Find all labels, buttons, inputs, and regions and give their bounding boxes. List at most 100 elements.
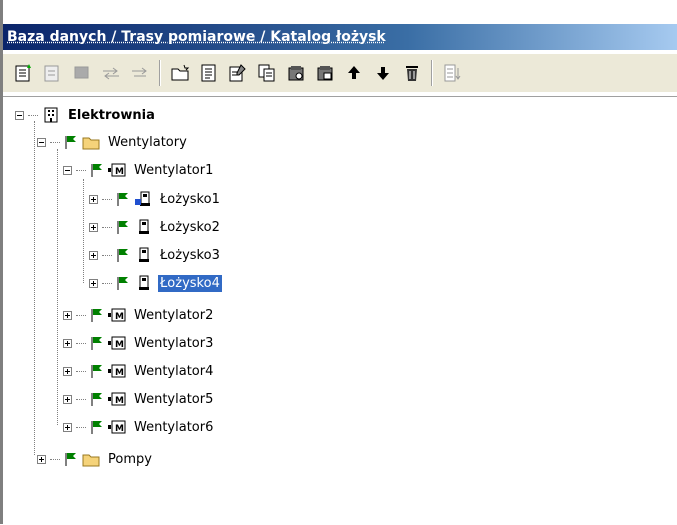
flag-icon xyxy=(117,221,128,234)
toolbar xyxy=(3,54,677,92)
expand-toggle[interactable] xyxy=(89,194,98,204)
expand-toggle[interactable] xyxy=(63,338,72,348)
tree-node-bearing[interactable]: Łożysko1 xyxy=(89,186,222,212)
expand-toggle[interactable] xyxy=(63,422,72,432)
expand-toggle[interactable] xyxy=(63,310,72,320)
motor-icon: M xyxy=(108,308,126,322)
toolbar-separator xyxy=(431,60,433,86)
flag-icon xyxy=(117,193,128,206)
arrow-left-right-icon xyxy=(103,67,119,80)
flag-icon xyxy=(91,365,102,378)
motor-icon: M xyxy=(108,163,126,177)
flag-icon xyxy=(91,164,102,177)
new-item-icon xyxy=(15,64,31,82)
stop-icon xyxy=(74,66,89,79)
copy-button[interactable] xyxy=(254,60,280,86)
tree-connector xyxy=(34,121,35,455)
swap-button[interactable] xyxy=(98,60,124,86)
tree-connector xyxy=(76,169,86,171)
tree-node-group[interactable]: Wentylatory xyxy=(37,129,189,155)
database-copy-icon xyxy=(317,66,333,81)
tree-node-fan[interactable]: M Wentylator4 xyxy=(63,358,215,384)
expand-toggle[interactable] xyxy=(63,366,72,376)
flag-icon xyxy=(91,309,102,322)
database-button[interactable] xyxy=(283,60,309,86)
new-item-button[interactable] xyxy=(11,60,37,86)
flag-icon xyxy=(65,453,76,466)
svg-text:M: M xyxy=(115,312,124,322)
expand-toggle[interactable] xyxy=(89,250,98,260)
tree-connector xyxy=(76,370,86,372)
expand-toggle[interactable] xyxy=(89,222,98,232)
motor-icon: M xyxy=(108,392,126,406)
tree-connector xyxy=(50,141,60,143)
expand-toggle[interactable] xyxy=(89,278,98,288)
svg-text:M: M xyxy=(115,368,124,378)
flag-icon xyxy=(91,393,102,406)
flag-icon xyxy=(117,249,128,262)
tree-node-bearing-selected[interactable]: Łożysko4 xyxy=(89,270,223,296)
move-down-icon xyxy=(377,67,389,80)
new-folder-icon xyxy=(171,64,190,81)
svg-text:M: M xyxy=(115,424,124,434)
delete-button[interactable] xyxy=(399,60,425,86)
motor-icon: M xyxy=(108,364,126,378)
bearing-link-icon xyxy=(135,191,150,206)
edit-item-button[interactable] xyxy=(40,60,66,86)
tree-node-label[interactable]: Łożysko3 xyxy=(158,247,222,264)
collapse-toggle[interactable] xyxy=(15,110,24,120)
tree-node-label[interactable]: Wentylator3 xyxy=(132,335,215,352)
collapse-toggle[interactable] xyxy=(37,137,46,147)
stop-button[interactable] xyxy=(69,60,95,86)
edit-properties-button[interactable] xyxy=(225,60,251,86)
flag-icon xyxy=(65,136,76,149)
tree-node-label[interactable]: Łożysko4 xyxy=(157,273,223,293)
tree-node-group[interactable]: Pompy xyxy=(37,446,154,472)
flag-icon xyxy=(117,277,128,290)
collapse-toggle[interactable] xyxy=(63,165,72,175)
expand-toggle[interactable] xyxy=(63,394,72,404)
database-copy-button[interactable] xyxy=(312,60,338,86)
tree-connector xyxy=(76,314,86,316)
tree-node-root[interactable]: Elektrownia xyxy=(15,102,157,128)
tree-node-label[interactable]: Wentylator1 xyxy=(132,162,215,179)
new-folder-button[interactable] xyxy=(167,60,193,86)
tree-connector xyxy=(76,426,86,428)
tree-node-label[interactable]: Wentylator5 xyxy=(132,391,215,408)
tree-connector xyxy=(28,114,38,116)
tree-node-label[interactable]: Pompy xyxy=(106,451,154,468)
tree-view[interactable]: Elektrownia Wentylatory M Wentylator1 Ło… xyxy=(3,96,677,525)
tree-node-label[interactable]: Łożysko1 xyxy=(158,191,222,208)
tree-node-fan[interactable]: M Wentylator5 xyxy=(63,386,215,412)
tree-node-bearing[interactable]: Łożysko3 xyxy=(89,242,222,268)
tree-node-fan[interactable]: M Wentylator1 xyxy=(63,157,215,183)
tree-node-label[interactable]: Wentylator6 xyxy=(132,419,215,436)
move-up-button[interactable] xyxy=(341,60,367,86)
tree-connector xyxy=(76,398,86,400)
sort-button[interactable] xyxy=(439,60,465,86)
tree-node-label[interactable]: Elektrownia xyxy=(66,107,157,124)
properties-button[interactable] xyxy=(196,60,222,86)
edit-item-icon xyxy=(44,65,59,82)
tree-node-fan[interactable]: M Wentylator3 xyxy=(63,330,215,356)
tree-node-bearing[interactable]: Łożysko2 xyxy=(89,214,222,240)
tree-connector xyxy=(83,179,84,283)
tree-node-label[interactable]: Wentylator4 xyxy=(132,363,215,380)
bearing-icon xyxy=(139,275,149,290)
move-up-icon xyxy=(348,66,360,79)
expand-toggle[interactable] xyxy=(37,454,46,464)
tree-connector xyxy=(102,226,112,228)
tree-node-label[interactable]: Wentylator2 xyxy=(132,307,215,324)
breadcrumb: Baza danych / Trasy pomiarowe / Katalog … xyxy=(3,24,677,50)
tree-node-label[interactable]: Wentylatory xyxy=(106,134,189,151)
tree-node-fan[interactable]: M Wentylator6 xyxy=(63,414,215,440)
properties-icon xyxy=(201,64,216,82)
tree-node-fan[interactable]: M Wentylator2 xyxy=(63,302,215,328)
copy-icon xyxy=(258,64,275,82)
forward-button[interactable] xyxy=(127,60,153,86)
tree-connector xyxy=(102,254,112,256)
svg-text:M: M xyxy=(115,167,124,177)
tree-node-label[interactable]: Łożysko2 xyxy=(158,219,222,236)
move-down-button[interactable] xyxy=(370,60,396,86)
flag-icon xyxy=(91,337,102,350)
